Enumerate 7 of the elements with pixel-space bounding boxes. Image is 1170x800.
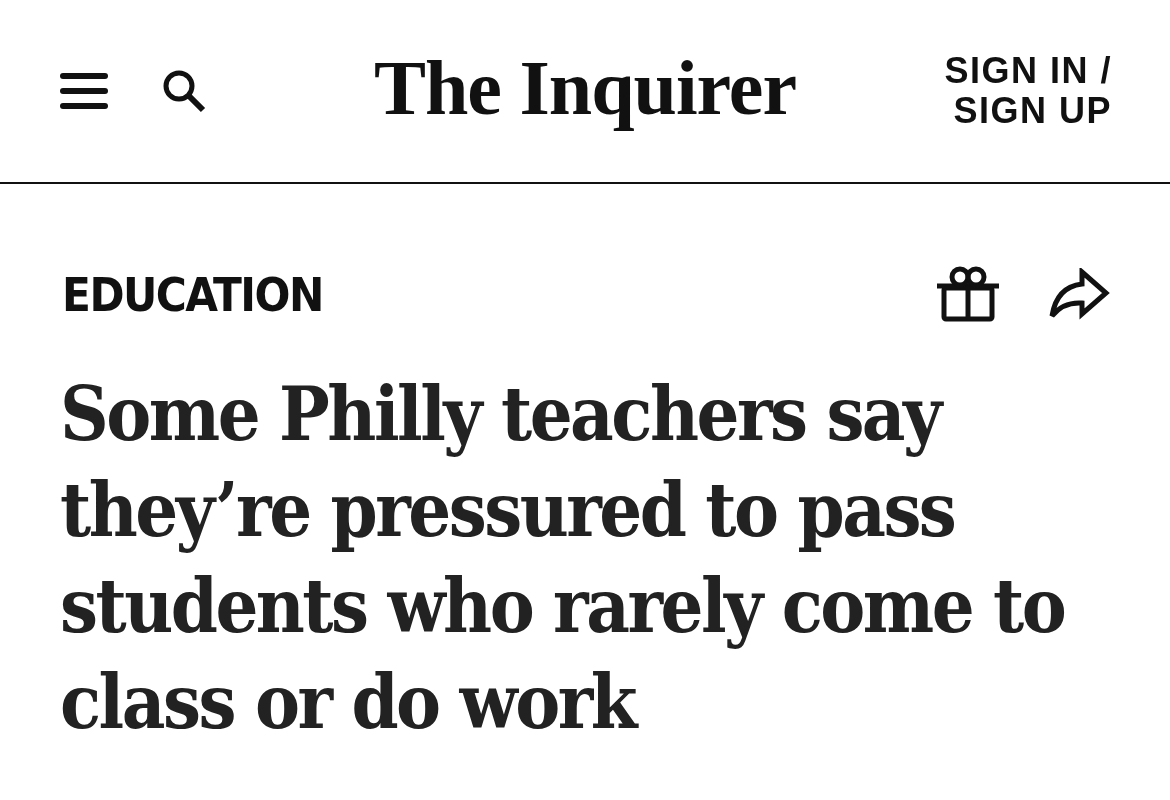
share-arrow-icon[interactable]	[1048, 268, 1110, 320]
sign-in-link[interactable]: SIGN IN / SIGN UP	[897, 51, 1112, 131]
section-label[interactable]: EDUCATION	[62, 270, 323, 318]
gift-icon[interactable]	[936, 266, 1000, 322]
menu-icon[interactable]	[60, 73, 108, 109]
search-icon[interactable]	[162, 69, 206, 113]
article-headline: Some Philly teachers say they’re pressured to pass students who rarely come to class or do work	[60, 369, 1066, 748]
